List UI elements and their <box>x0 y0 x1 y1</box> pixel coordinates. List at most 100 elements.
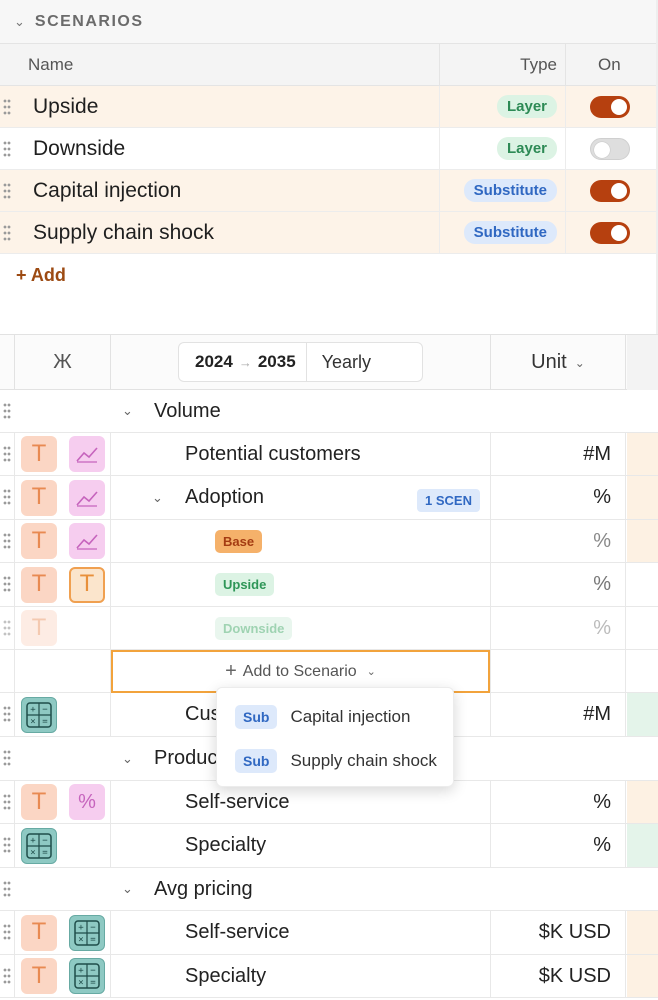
drag-handle-icon[interactable] <box>3 836 11 854</box>
row-label[interactable]: Specialty <box>185 824 266 867</box>
row-label[interactable]: Self-service <box>185 911 289 954</box>
column-name[interactable]: Name <box>0 44 440 85</box>
text-cell-icon[interactable]: T <box>21 523 57 559</box>
calculator-icon[interactable]: + − × = <box>21 827 57 864</box>
table-row[interactable]: T + − × = Specialty $K USD <box>0 955 658 998</box>
table-row[interactable]: + − × = Specialty % <box>0 824 658 868</box>
svg-text:=: = <box>42 717 48 727</box>
drag-handle-icon[interactable] <box>3 224 11 242</box>
scenario-pill-downside[interactable]: Downside <box>215 616 293 640</box>
column-on[interactable]: On <box>566 44 658 85</box>
unit-cell[interactable]: % <box>490 607 626 649</box>
unit-cell[interactable]: % <box>490 824 626 867</box>
group-label[interactable]: Produc <box>154 737 217 780</box>
add-scenario-button[interactable]: + Add <box>16 265 66 286</box>
column-type[interactable]: Type <box>440 44 566 85</box>
scenario-row[interactable]: Capital injection Substitute <box>0 170 658 212</box>
text-cell-icon-selected[interactable]: T <box>69 566 105 603</box>
drag-handle-icon[interactable] <box>3 182 11 200</box>
group-row[interactable]: ⌄ Volume <box>0 390 658 433</box>
scenario-name[interactable]: Downside <box>0 128 440 169</box>
scenario-name[interactable]: Capital injection <box>0 170 440 211</box>
group-row[interactable]: ⌄ Avg pricing <box>0 868 658 911</box>
group-label[interactable]: Volume <box>154 390 221 432</box>
scenario-pill-upside[interactable]: Upside <box>215 573 275 596</box>
calculator-icon[interactable]: + − × = <box>69 958 105 994</box>
grid-corner-glyph[interactable]: Ж <box>14 335 111 390</box>
calculator-icon[interactable]: + − × = <box>69 914 105 951</box>
scenario-row[interactable]: Supply chain shock Substitute <box>0 212 658 254</box>
percent-icon[interactable]: % <box>69 784 105 820</box>
drag-handle-icon[interactable] <box>3 488 11 506</box>
row-label[interactable]: Self-service <box>185 781 289 823</box>
unit-cell[interactable]: % <box>490 563 626 606</box>
chevron-down-icon[interactable]: ⌄ <box>152 476 163 519</box>
text-cell-icon[interactable]: T <box>21 784 57 820</box>
drag-handle-icon[interactable] <box>3 923 11 941</box>
table-row[interactable]: T Potential customers #M <box>0 433 658 476</box>
text-cell-icon[interactable]: T <box>21 479 57 516</box>
drag-handle-icon[interactable] <box>3 98 11 116</box>
unit-cell[interactable]: % <box>490 781 626 823</box>
chart-icon[interactable] <box>69 523 105 559</box>
drag-handle-icon[interactable] <box>3 619 11 637</box>
table-row[interactable]: T ⌄ Adoption 1 SCEN % <box>0 476 658 520</box>
end-year[interactable]: 2035 <box>258 352 296 372</box>
chart-icon[interactable] <box>69 436 105 472</box>
text-cell-icon[interactable]: T <box>21 914 57 951</box>
start-year[interactable]: 2024 <box>195 352 233 372</box>
calculator-icon[interactable]: + − × = <box>21 696 57 733</box>
text-cell-icon[interactable]: T <box>21 436 57 472</box>
drag-handle-icon[interactable] <box>3 140 11 158</box>
drag-handle-icon[interactable] <box>3 532 11 550</box>
table-row[interactable]: T + − × = Self-service $K USD <box>0 911 658 955</box>
plus-icon: + <box>225 660 237 682</box>
unit-cell[interactable]: #M <box>490 693 626 736</box>
text-cell-icon[interactable]: T <box>21 958 57 994</box>
scenario-toggle[interactable] <box>590 95 630 118</box>
row-label[interactable]: Adoption <box>185 476 264 519</box>
dropdown-option[interactable]: Sub Supply chain shock <box>235 747 437 775</box>
drag-handle-icon[interactable] <box>3 749 11 767</box>
table-row[interactable]: T Downside % <box>0 607 658 650</box>
drag-handle-icon[interactable] <box>3 402 11 420</box>
scenario-row[interactable]: Upside Layer <box>0 86 658 128</box>
add-to-scenario-dropdown: Sub Capital injection Sub Supply chain s… <box>216 687 454 787</box>
drag-handle-icon[interactable] <box>3 880 11 898</box>
scenario-pill-base[interactable]: Base <box>215 529 263 553</box>
scenario-toggle[interactable] <box>590 221 630 244</box>
chevron-down-icon[interactable]: ⌄ <box>122 390 133 432</box>
row-label[interactable]: Potential customers <box>185 433 361 475</box>
unit-column-header[interactable]: Unit ⌄ <box>490 335 626 390</box>
scenario-row[interactable]: Downside Layer <box>0 128 658 170</box>
scenario-toggle[interactable] <box>590 137 630 160</box>
chevron-down-icon[interactable]: ⌄ <box>122 737 133 780</box>
text-cell-icon[interactable]: T <box>21 610 57 646</box>
unit-cell[interactable]: #M <box>490 433 626 475</box>
year-range-selector[interactable]: 2024 → 2035 Yearly <box>178 342 423 382</box>
group-label[interactable]: Avg pricing <box>154 868 253 910</box>
unit-cell[interactable]: $K USD <box>490 911 626 954</box>
unit-cell[interactable]: % <box>490 520 626 562</box>
drag-handle-icon[interactable] <box>3 705 11 723</box>
drag-handle-icon[interactable] <box>3 967 11 985</box>
table-row[interactable]: T % Self-service % <box>0 781 658 824</box>
drag-handle-icon[interactable] <box>3 445 11 463</box>
table-row[interactable]: T T Upside % <box>0 563 658 607</box>
unit-cell[interactable]: % <box>490 476 626 519</box>
chevron-down-icon[interactable]: ⌄ <box>14 14 25 30</box>
scenario-name[interactable]: Upside <box>0 86 440 127</box>
text-cell-icon[interactable]: T <box>21 566 57 603</box>
row-label[interactable]: Specialty <box>185 955 266 997</box>
drag-handle-icon[interactable] <box>3 793 11 811</box>
scenario-name[interactable]: Supply chain shock <box>0 212 440 253</box>
period-selector[interactable]: Yearly <box>322 352 371 373</box>
scenarios-header[interactable]: ⌄ SCENARIOS <box>0 0 658 44</box>
table-row[interactable]: T Base % <box>0 520 658 563</box>
dropdown-option[interactable]: Sub Capital injection <box>235 703 410 731</box>
chevron-down-icon[interactable]: ⌄ <box>122 868 133 910</box>
chart-icon[interactable] <box>69 479 105 516</box>
drag-handle-icon[interactable] <box>3 575 11 593</box>
scenario-toggle[interactable] <box>590 179 630 202</box>
unit-cell[interactable]: $K USD <box>490 955 626 997</box>
